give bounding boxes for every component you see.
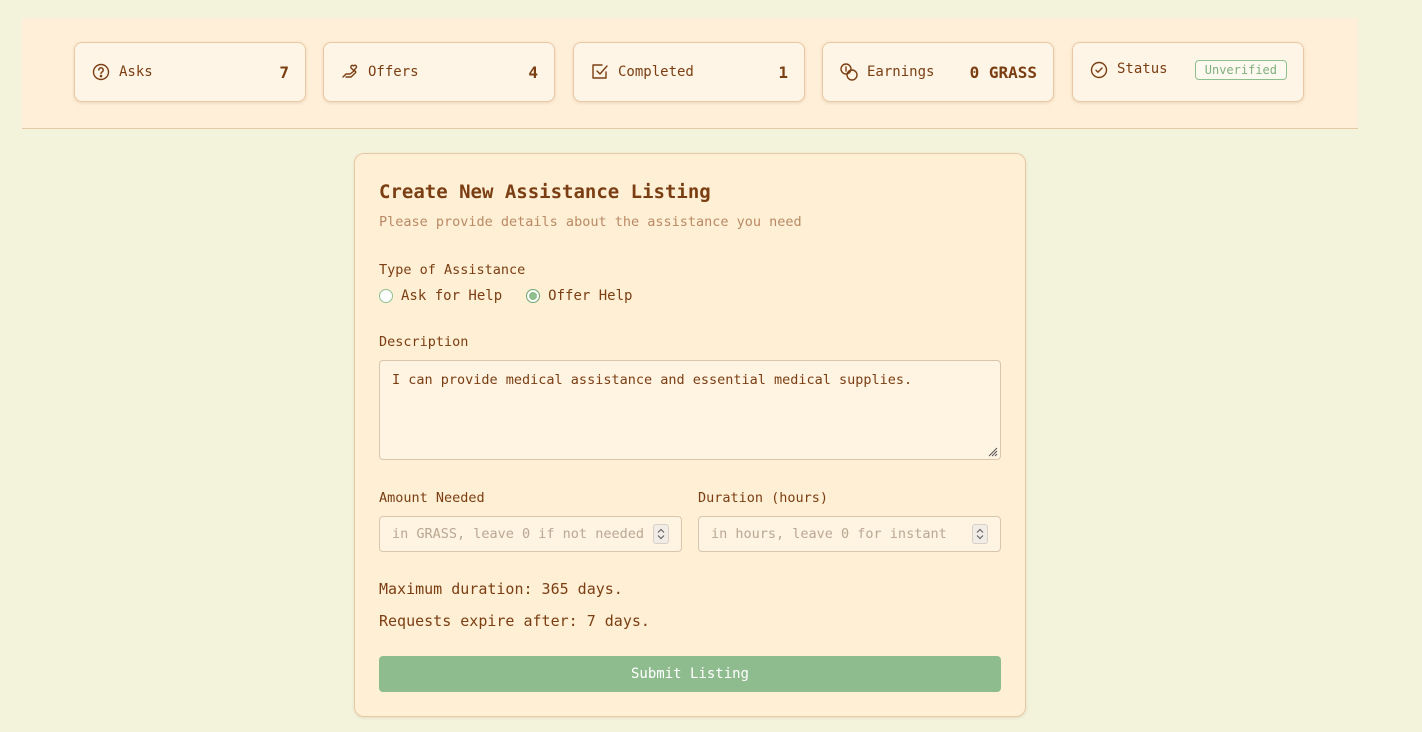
radio-ask-for-help[interactable]: Ask for Help — [379, 288, 502, 304]
radio-ask-for-help-circle[interactable] — [379, 289, 393, 303]
submit-listing-button[interactable]: Submit Listing — [379, 656, 1001, 692]
stat-label-status: Status — [1117, 61, 1168, 77]
create-listing-card: Create New Assistance Listing Please pro… — [354, 153, 1026, 717]
description-label: Description — [379, 334, 469, 350]
hand-heart-icon — [340, 62, 360, 82]
form-title: Create New Assistance Listing — [379, 181, 711, 203]
duration-placeholder: in hours, leave 0 for instant — [711, 526, 947, 542]
stat-card-offers: Offers 4 — [323, 42, 555, 102]
stat-label-earnings: Earnings — [867, 64, 935, 80]
stat-value-completed: 1 — [778, 62, 788, 82]
stat-value-earnings: 0 GRASS — [969, 62, 1037, 82]
amount-input[interactable]: in GRASS, leave 0 if not needed — [379, 516, 682, 552]
stat-card-status: Status Unverified — [1072, 42, 1304, 102]
amount-placeholder: in GRASS, leave 0 if not needed — [392, 526, 644, 542]
stat-card-completed: Completed 1 — [573, 42, 805, 102]
amount-needed-label: Amount Needed — [379, 490, 485, 506]
check-circle-icon — [1089, 60, 1109, 80]
resize-grip-icon[interactable] — [986, 445, 998, 457]
max-duration-text: Maximum duration: 365 days. — [379, 580, 623, 598]
form-subtitle: Please provide details about the assista… — [379, 214, 802, 230]
stat-label-completed: Completed — [618, 64, 694, 80]
stat-card-earnings: Earnings 0 GRASS — [822, 42, 1054, 102]
radio-offer-help-circle[interactable] — [526, 289, 541, 303]
duration-label: Duration (hours) — [698, 490, 829, 506]
radio-offer-help-label: Offer Help — [548, 288, 633, 304]
duration-input[interactable]: in hours, leave 0 for instant — [698, 516, 1001, 552]
description-textarea[interactable]: I can provide medical assistance and ess… — [379, 360, 1001, 460]
amount-spinner-icon[interactable] — [653, 524, 669, 544]
stat-label-offers: Offers — [368, 64, 419, 80]
stat-card-asks: Asks 7 — [74, 42, 306, 102]
check-square-icon — [590, 62, 610, 82]
status-badge: Unverified — [1194, 60, 1287, 80]
stat-label-asks: Asks — [119, 64, 153, 80]
coins-icon — [839, 62, 859, 82]
stat-value-asks: 7 — [279, 62, 289, 82]
radio-ask-for-help-label: Ask for Help — [401, 288, 503, 304]
assistance-type-radio-group: Ask for Help Offer Help — [379, 288, 656, 304]
expire-text: Requests expire after: 7 days. — [379, 612, 650, 630]
stat-value-offers: 4 — [528, 62, 538, 82]
radio-offer-help[interactable]: Offer Help — [526, 288, 632, 304]
stats-bar: Asks 7 Offers 4 Completed 1 Earnings 0 G… — [22, 18, 1358, 129]
type-of-assistance-label: Type of Assistance — [379, 262, 526, 278]
description-text: I can provide medical assistance and ess… — [392, 372, 913, 388]
question-circle-icon — [91, 62, 111, 82]
duration-spinner-icon[interactable] — [972, 524, 988, 544]
